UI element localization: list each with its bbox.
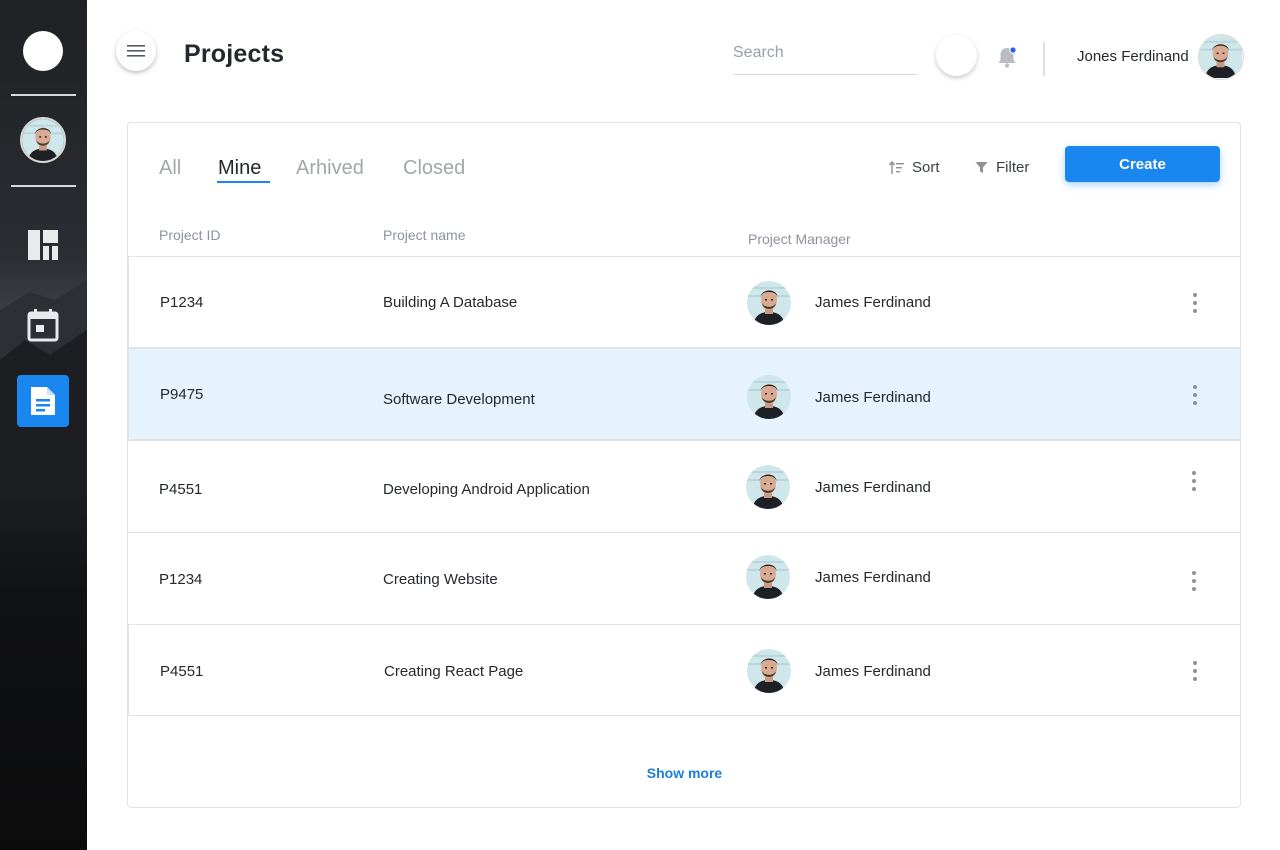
show-more-link[interactable]: Show more <box>128 765 1241 781</box>
manager-avatar <box>746 465 790 509</box>
table-row[interactable]: P4551 Creating React Page James Ferdinan… <box>128 624 1241 716</box>
hamburger-icon <box>127 45 145 57</box>
dashboard-icon <box>28 230 58 260</box>
sidebar-divider <box>11 94 76 96</box>
project-id: P9475 <box>160 386 204 403</box>
projects-card: All Mine Arhived Closed Sort Filter Crea… <box>127 122 1241 808</box>
table-row[interactable]: P4551 Developing Android Application Jam… <box>128 440 1241 532</box>
project-name: Creating Website <box>383 571 498 588</box>
column-header-project-name: Project name <box>383 227 466 243</box>
sidebar-item-documents[interactable] <box>17 375 69 427</box>
manager-name: James Ferdinand <box>815 294 931 311</box>
sidebar <box>0 0 87 850</box>
tab-all[interactable]: All <box>159 157 181 180</box>
menu-button[interactable] <box>116 31 156 71</box>
sidebar-avatar[interactable] <box>20 117 66 163</box>
more-options-icon[interactable] <box>1187 385 1203 405</box>
project-id: P4551 <box>159 481 203 498</box>
manager-avatar <box>746 555 790 599</box>
active-tab-indicator <box>217 181 270 183</box>
filter-label: Filter <box>996 159 1030 176</box>
create-button[interactable]: Create <box>1065 146 1220 182</box>
notification-dot <box>1009 46 1017 54</box>
column-header-project-id: Project ID <box>159 227 221 243</box>
project-name: Developing Android Application <box>383 481 590 498</box>
calendar-icon <box>27 309 59 342</box>
manager-name: James Ferdinand <box>815 479 931 496</box>
tab-archived[interactable]: Arhived <box>296 157 364 180</box>
column-header-project-manager: Project Manager <box>748 231 851 247</box>
table-row[interactable]: P1234 Creating Website James Ferdinand <box>128 532 1241 624</box>
filter-button[interactable]: Filter <box>975 159 1029 176</box>
manager-name: James Ferdinand <box>815 569 931 586</box>
sidebar-item-dashboard[interactable] <box>17 219 69 271</box>
app-logo[interactable] <box>23 31 63 71</box>
sort-button[interactable]: Sort <box>889 159 940 176</box>
sidebar-item-calendar[interactable] <box>17 299 69 351</box>
sidebar-divider <box>11 185 76 187</box>
manager-avatar <box>747 375 791 419</box>
manager-name: James Ferdinand <box>815 389 931 406</box>
project-name: Building A Database <box>383 294 518 311</box>
project-id: P1234 <box>160 294 204 311</box>
search-input[interactable] <box>733 38 917 75</box>
page-title: Projects <box>184 40 285 68</box>
document-icon <box>31 387 55 415</box>
action-button[interactable] <box>936 35 977 76</box>
project-id: P1234 <box>159 571 203 588</box>
filter-icon <box>975 162 988 173</box>
tab-closed[interactable]: Closed <box>403 157 465 180</box>
manager-avatar <box>747 649 791 693</box>
notification-bell-icon[interactable] <box>994 44 1020 70</box>
user-name[interactable]: Jones Ferdinand <box>1077 48 1189 65</box>
header-divider <box>1043 42 1045 76</box>
table-row[interactable]: P9475 Software Development James Ferdina… <box>128 348 1241 440</box>
project-name: Software Development <box>383 391 535 408</box>
manager-avatar <box>747 281 791 325</box>
table-row[interactable]: P1234 Building A Database James Ferdinan… <box>128 256 1241 348</box>
project-id: P4551 <box>160 663 204 680</box>
manager-name: James Ferdinand <box>815 663 931 680</box>
more-options-icon[interactable] <box>1187 661 1203 681</box>
sort-icon <box>889 160 904 174</box>
more-options-icon[interactable] <box>1186 471 1202 491</box>
more-options-icon[interactable] <box>1186 571 1202 591</box>
user-avatar[interactable] <box>1198 34 1244 80</box>
project-name: Creating React Page <box>384 663 524 680</box>
tab-mine[interactable]: Mine <box>218 157 261 180</box>
sort-label: Sort <box>912 159 940 176</box>
more-options-icon[interactable] <box>1187 293 1203 313</box>
